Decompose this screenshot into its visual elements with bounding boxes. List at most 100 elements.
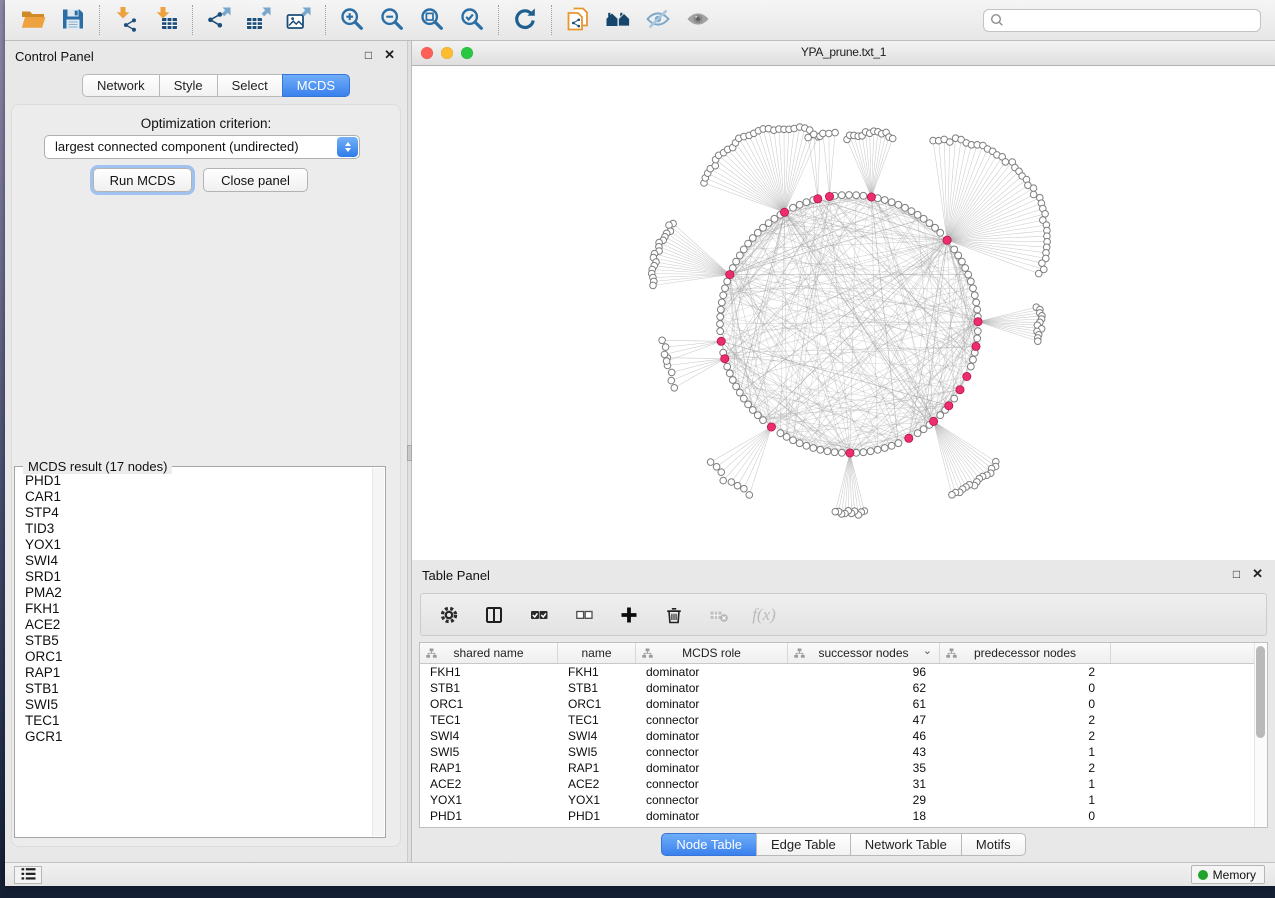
mcds-result-item[interactable]: YOX1 [25, 537, 371, 553]
column-header-shared-name[interactable]: shared name [420, 643, 558, 663]
export-network-icon [206, 6, 232, 35]
table-cell: 61 [788, 697, 940, 711]
table-cell: 1 [940, 777, 1111, 791]
mcds-result-item[interactable]: CAR1 [25, 489, 371, 505]
column-layout-icon[interactable] [482, 603, 506, 627]
first-neighbors-button[interactable] [600, 2, 636, 38]
mcds-result-item[interactable]: ORC1 [25, 649, 371, 665]
memory-button[interactable]: Memory [1191, 865, 1265, 884]
mcds-result-item[interactable]: STB5 [25, 633, 371, 649]
search-input[interactable] [983, 9, 1261, 32]
refresh-view-button[interactable] [507, 2, 543, 38]
table-panel-tabs: Node TableEdge TableNetwork TableMotifs [412, 833, 1275, 856]
table-row[interactable]: YOX1YOX1connector291 [420, 792, 1267, 808]
export-table-button[interactable] [241, 2, 277, 38]
column-header-MCDS-role[interactable]: MCDS role [636, 643, 788, 663]
mcds-result-item[interactable]: GCR1 [25, 729, 371, 745]
table-cell: RAP1 [558, 761, 636, 775]
control-panel-title: Control Panel [15, 49, 94, 64]
table-cell: 2 [940, 729, 1111, 743]
column-header-successor-nodes[interactable]: successor nodes⌄ [788, 643, 940, 663]
table-cell: TEC1 [420, 713, 558, 727]
table-cell: 29 [788, 793, 940, 807]
select-all-icon[interactable] [527, 603, 551, 627]
export-image-button[interactable] [281, 2, 317, 38]
table-row[interactable]: RAP1RAP1dominator352 [420, 760, 1267, 776]
clone-network-button[interactable] [560, 2, 596, 38]
column-header-name[interactable]: name [558, 643, 636, 663]
table-row[interactable]: ACE2ACE2connector311 [420, 776, 1267, 792]
table-cell: 1 [940, 793, 1111, 807]
mcds-result-item[interactable]: TID3 [25, 521, 371, 537]
zoom-out-icon [379, 6, 405, 35]
mcds-result-item[interactable]: PHD1 [25, 473, 371, 489]
column-header-predecessor-nodes[interactable]: predecessor nodes [940, 643, 1111, 663]
mcds-result-item[interactable]: STB1 [25, 681, 371, 697]
toolbar-separator [498, 5, 499, 35]
close-panel-icon[interactable]: ✕ [384, 47, 395, 63]
hide-selected-button[interactable] [640, 2, 676, 38]
network-canvas[interactable] [412, 66, 1275, 560]
close-panel-button[interactable]: Close panel [203, 168, 308, 192]
table-cell: ACE2 [420, 777, 558, 791]
tab-style[interactable]: Style [159, 74, 218, 97]
network-window: YPA_prune.txt_1 [412, 41, 1275, 560]
table-cell: FKH1 [558, 665, 636, 679]
zoom-in-button[interactable] [334, 2, 370, 38]
open-file-button[interactable] [15, 2, 51, 38]
settings-gear-icon[interactable] [437, 603, 461, 627]
mcds-result-item[interactable]: ACE2 [25, 617, 371, 633]
import-network-button[interactable] [108, 2, 144, 38]
table-row[interactable]: STB1STB1dominator620 [420, 680, 1267, 696]
deselect-all-icon[interactable] [572, 603, 596, 627]
tab-mcds[interactable]: MCDS [282, 74, 350, 97]
mcds-list-scrollbar[interactable] [372, 468, 384, 836]
tab-select[interactable]: Select [217, 74, 283, 97]
mcds-result-item[interactable]: STP4 [25, 505, 371, 521]
table-row[interactable]: SWI5SWI5connector431 [420, 744, 1267, 760]
float-table-panel-icon[interactable]: □ [1233, 567, 1240, 581]
network-window-titlebar[interactable]: YPA_prune.txt_1 [412, 41, 1275, 66]
tab-edge-table[interactable]: Edge Table [756, 833, 851, 856]
add-entry-icon[interactable] [617, 603, 641, 627]
function-builder-icon: f(x) [752, 603, 776, 627]
table-cell: 43 [788, 745, 940, 759]
tab-node-table[interactable]: Node Table [661, 833, 757, 856]
mcds-result-item[interactable]: TEC1 [25, 713, 371, 729]
mcds-result-item[interactable]: PMA2 [25, 585, 371, 601]
main-toolbar [5, 0, 1275, 41]
table-row[interactable]: PHD1PHD1dominator180 [420, 808, 1267, 824]
mcds-result-item[interactable]: RAP1 [25, 665, 371, 681]
save-session-button[interactable] [55, 2, 91, 38]
tab-network[interactable]: Network [82, 74, 160, 97]
import-table-button[interactable] [148, 2, 184, 38]
table-row[interactable]: SWI4SWI4dominator462 [420, 728, 1267, 744]
tab-network-table[interactable]: Network Table [850, 833, 962, 856]
mcds-result-item[interactable]: SRD1 [25, 569, 371, 585]
tab-motifs[interactable]: Motifs [961, 833, 1026, 856]
table-scrollbar-thumb[interactable] [1256, 646, 1265, 738]
run-mcds-button[interactable]: Run MCDS [93, 168, 192, 192]
table-scrollbar[interactable] [1254, 643, 1267, 827]
save-session-icon [60, 6, 86, 35]
mcds-result-item[interactable]: SWI5 [25, 697, 371, 713]
table-row[interactable]: FKH1FKH1dominator962 [420, 664, 1267, 680]
delete-entry-icon[interactable] [662, 603, 686, 627]
table-row[interactable]: TEC1TEC1connector472 [420, 712, 1267, 728]
mcds-result-item[interactable]: SWI4 [25, 553, 371, 569]
zoom-selected-button[interactable] [454, 2, 490, 38]
mcds-result-item[interactable]: FKH1 [25, 601, 371, 617]
fit-content-button[interactable] [414, 2, 450, 38]
table-cell: 62 [788, 681, 940, 695]
task-history-button[interactable] [14, 866, 42, 884]
criterion-dropdown[interactable]: largest connected component (undirected) [44, 135, 360, 159]
float-panel-icon[interactable]: □ [365, 48, 372, 62]
close-table-panel-icon[interactable]: ✕ [1252, 566, 1263, 582]
table-cell: YOX1 [558, 793, 636, 807]
column-header-label: successor nodes [818, 646, 908, 660]
table-row[interactable]: ORC1ORC1dominator610 [420, 696, 1267, 712]
zoom-out-button[interactable] [374, 2, 410, 38]
table-cell: SWI5 [420, 745, 558, 759]
export-network-button[interactable] [201, 2, 237, 38]
show-all-button[interactable] [680, 2, 716, 38]
